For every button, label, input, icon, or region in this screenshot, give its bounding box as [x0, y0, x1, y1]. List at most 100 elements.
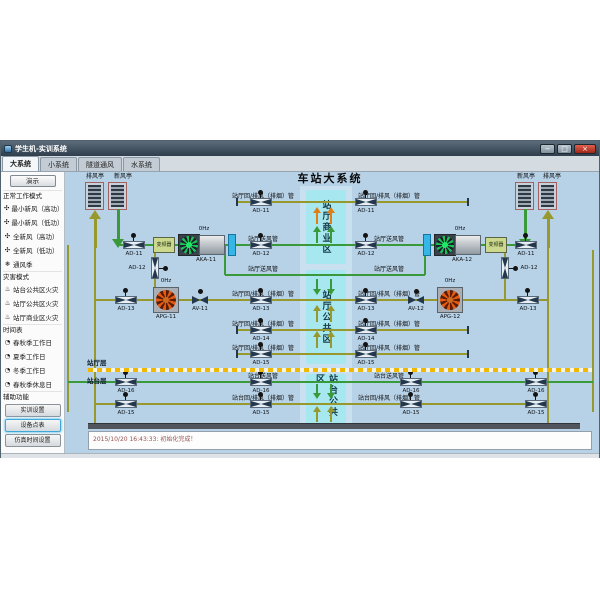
sidebar-button-实训设置[interactable]: 实训设置	[5, 404, 61, 417]
damper damper-far-left[interactable]	[115, 296, 137, 304]
damper-label: AD-12	[123, 265, 151, 271]
damper damper-left[interactable]	[250, 350, 272, 358]
damper-actuator[interactable]	[258, 190, 263, 195]
damper-actuator[interactable]	[363, 288, 368, 293]
damper-label: AD-11	[246, 208, 276, 214]
sidebar-item[interactable]: ❄通风季	[3, 257, 62, 271]
damper damper-left[interactable]	[250, 296, 272, 304]
sidebar-item[interactable]: ✣全新风（高功）	[3, 229, 62, 243]
left-supply-fan-casing[interactable]	[199, 235, 225, 255]
sidebar-button-仿真时间设置[interactable]: 仿真时间设置	[5, 434, 61, 447]
damper-actuator[interactable]	[258, 288, 263, 293]
right-supply-fan-frequency: 0Hz	[440, 226, 480, 232]
sidebar-item[interactable]: ✣最小新风（高功）	[3, 201, 62, 215]
sidebar-button-设备点表[interactable]: 设备点表	[5, 419, 61, 432]
tower-label: 排风亭	[534, 173, 570, 180]
damper damper-far-left[interactable]	[115, 378, 137, 386]
damper-actuator[interactable]	[258, 392, 263, 397]
sidebar-item[interactable]: ◔冬季工作日	[3, 363, 62, 377]
sidebar-item[interactable]: ?帮助	[3, 449, 62, 453]
demo-button[interactable]: 演示	[10, 175, 56, 187]
damper-actuator[interactable]	[163, 266, 168, 271]
sidebar-item[interactable]: ◔夏季工作日	[3, 349, 62, 363]
damper-label: AD-12	[351, 251, 381, 257]
damper damper-right[interactable]	[355, 198, 377, 206]
flow-arrow-up	[89, 210, 101, 248]
left-supply-fan-impeller[interactable]	[178, 234, 200, 256]
damper-actuator[interactable]	[123, 288, 128, 293]
vfd-box[interactable]: 变频器	[485, 237, 507, 253]
valve-label: AV-12	[401, 306, 431, 312]
damper-actuator[interactable]	[363, 190, 368, 195]
damper damper-left[interactable]	[250, 326, 272, 334]
damper-actuator[interactable]	[258, 342, 263, 347]
fan-icon: ✣	[4, 232, 11, 240]
sidebar-item[interactable]: ♨站厅商业区火灾	[3, 310, 62, 324]
valve-actuator[interactable]	[198, 289, 203, 294]
damper damper-left[interactable]	[250, 198, 272, 206]
damper damper-right[interactable]	[400, 378, 422, 386]
damper-actuator[interactable]	[123, 392, 128, 397]
damper damper-far-left[interactable]	[115, 400, 137, 408]
check-valve[interactable]	[191, 295, 209, 305]
damper-actuator[interactable]	[258, 318, 263, 323]
flow-arrow-up	[327, 226, 335, 243]
damper-vertical vertical-damper-right[interactable]	[501, 257, 509, 279]
damper damper-right[interactable]	[400, 400, 422, 408]
damper supply-fan-inlet-damper[interactable]	[515, 241, 537, 249]
screenshot-root: 学生机-实训系统 − □ × 大系统小系统隧道通风水系统 演示 正常工作模式✣最…	[0, 0, 600, 600]
flow-arrow-down	[327, 384, 335, 399]
damper-actuator[interactable]	[525, 288, 530, 293]
damper damper-left[interactable]	[250, 400, 272, 408]
damper damper-right[interactable]	[355, 350, 377, 358]
valve-label: AV-11	[185, 306, 215, 312]
damper supply-fan-inlet-damper[interactable]	[123, 241, 145, 249]
damper-label: AD-12	[515, 265, 543, 271]
minimize-button[interactable]: −	[540, 144, 555, 154]
duct-pipe	[95, 403, 548, 405]
right-supply-fan-impeller[interactable]	[434, 234, 456, 256]
tab-大系统[interactable]: 大系统	[2, 156, 39, 171]
right-supply-fan-casing[interactable]	[455, 235, 481, 255]
damper-actuator[interactable]	[131, 233, 136, 238]
sidebar-item[interactable]: ♨站厅公共区火灾	[3, 296, 62, 310]
sidebar-item-label: 冬季工作日	[13, 365, 46, 375]
damper-actuator[interactable]	[523, 233, 528, 238]
damper-actuator[interactable]	[408, 392, 413, 397]
tab-小系统[interactable]: 小系统	[40, 157, 77, 171]
flow-arrow-up	[327, 305, 335, 322]
damper-label: AD-13	[246, 306, 276, 312]
sidebar-item-label: 站厅商业区火灾	[13, 312, 59, 322]
damper-actuator[interactable]	[533, 392, 538, 397]
maximize-button[interactable]: □	[557, 144, 572, 154]
damper-actuator[interactable]	[258, 233, 263, 238]
damper-actuator[interactable]	[363, 342, 368, 347]
damper-actuator[interactable]	[363, 233, 368, 238]
valve-actuator[interactable]	[414, 289, 419, 294]
sidebar-item[interactable]: ◔春秋季工作日	[3, 335, 62, 349]
sidebar-item-label: 站台公共区火灾	[13, 284, 59, 294]
vfd-box[interactable]: 变频器	[153, 237, 175, 253]
close-button[interactable]: ×	[574, 144, 596, 154]
damper-label: AD-13	[513, 306, 543, 312]
tab-隧道通风[interactable]: 隧道通风	[78, 157, 122, 171]
damper damper-right[interactable]	[355, 326, 377, 334]
damper-vertical vertical-damper-left[interactable]	[151, 257, 159, 279]
damper-actuator[interactable]	[363, 318, 368, 323]
damper damper-far-right[interactable]	[525, 378, 547, 386]
right-exhaust-fan[interactable]	[437, 287, 463, 313]
check-valve[interactable]	[407, 295, 425, 305]
damper damper-right[interactable]	[355, 241, 377, 249]
left-exhaust-fan[interactable]	[153, 287, 179, 313]
sidebar-item[interactable]: ✣最小新风（低功）	[3, 215, 62, 229]
sidebar-item[interactable]: ♨站台公共区火灾	[3, 282, 62, 296]
sidebar-item[interactable]: ✣全新风（低功）	[3, 243, 62, 257]
duct-end-cap	[467, 350, 469, 358]
sidebar-item[interactable]: ◔春秋季休息日	[3, 377, 62, 391]
damper damper-left[interactable]	[250, 241, 272, 249]
damper damper-far-right[interactable]	[525, 400, 547, 408]
damper damper-right[interactable]	[355, 296, 377, 304]
damper damper-left[interactable]	[250, 378, 272, 386]
damper damper-far-right[interactable]	[517, 296, 539, 304]
tab-水系统[interactable]: 水系统	[123, 157, 160, 171]
